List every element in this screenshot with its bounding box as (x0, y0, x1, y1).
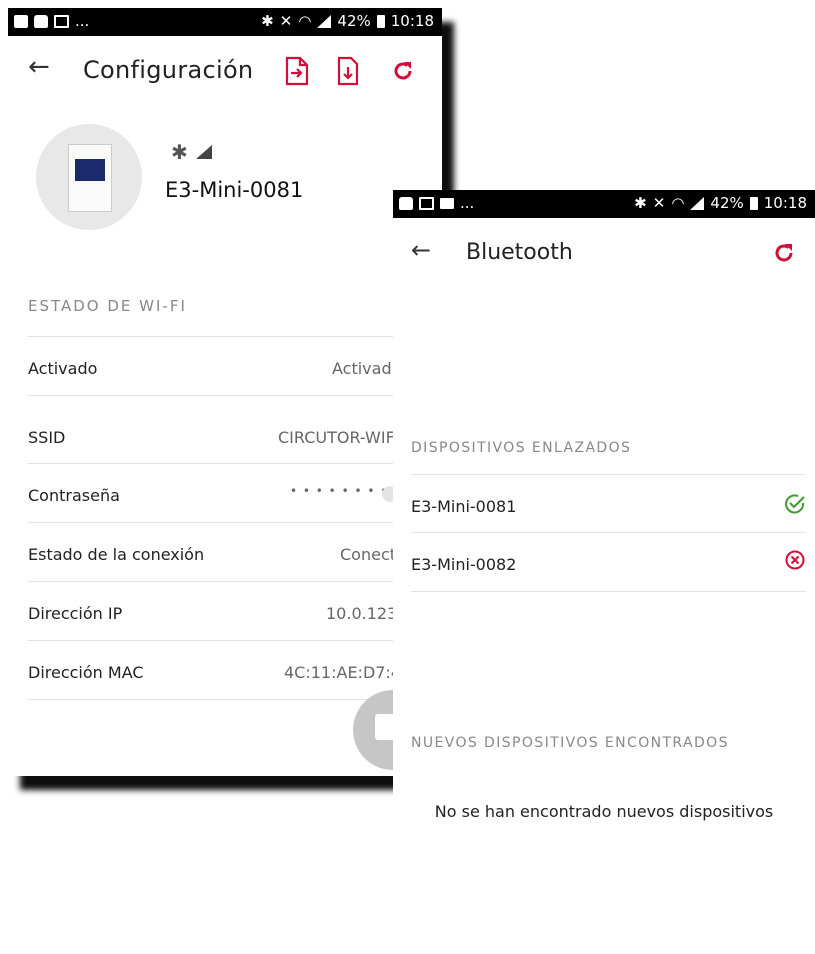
configuration-screen: ... ✱ ✕ ◠ 42% 10:18 ← Configuración ✱ E3… (8, 8, 442, 776)
status-bar: ... ✱ ✕ ◠ 42% 10:18 (393, 190, 815, 218)
device-name: E3-Mini-0082 (411, 555, 517, 574)
battery-icon (376, 14, 385, 28)
row-label: Contraseña (28, 486, 120, 505)
app-bar: ← Configuración (8, 36, 442, 108)
row-activated[interactable]: Activado Activad (28, 336, 442, 395)
bluetooth-icon: ✱ (261, 12, 274, 30)
signal-icon (196, 145, 212, 159)
row-value: Activad (332, 359, 392, 378)
refresh-icon[interactable] (392, 60, 414, 82)
battery-icon (749, 196, 758, 210)
shopping-bag-icon (399, 196, 413, 210)
row-value: 4C:11:AE:D7:4 (284, 663, 402, 682)
row-label: SSID (28, 428, 66, 447)
row-value: CIRCUTOR-WIF (278, 428, 395, 447)
more-notifications: ... (460, 194, 475, 212)
check-circle-icon (785, 494, 805, 514)
row-ip-address[interactable]: Dirección IP 10.0.123 (28, 581, 442, 640)
mute-icon: ✕ (279, 12, 293, 30)
back-arrow-icon[interactable]: ← (28, 52, 50, 82)
row-value: Conect (340, 545, 397, 564)
section-header-wifi: ESTADO DE WI-FI (28, 297, 187, 315)
device-name: E3-Mini-0081 (411, 497, 517, 516)
empty-message: No se han encontrado nuevos dispositivos (434, 802, 774, 821)
section-header-paired: DISPOSITIVOS ENLAZADOS (411, 440, 632, 456)
bluetooth-screen: ... ✱ ✕ ◠ 42% 10:18 ← Bluetooth DISPOSIT… (393, 190, 815, 954)
mail-icon (54, 14, 69, 28)
row-password[interactable]: Contraseña • • • • • • • • (28, 463, 442, 522)
notification-icons: ... (14, 12, 89, 30)
system-icons: ✱ ✕ ◠ 42% 10:18 (634, 194, 807, 212)
password-masked: • • • • • • • • (290, 484, 389, 498)
section-header-new-devices: NUEVOS DISPOSITIVOS ENCONTRADOS (411, 735, 729, 751)
device-name: E3-Mini-0081 (165, 178, 304, 202)
signal-icon (317, 14, 332, 28)
row-ssid[interactable]: SSID CIRCUTOR-WIF (28, 395, 442, 464)
paired-device-row[interactable]: E3-Mini-0082 (411, 532, 806, 592)
row-connection-state[interactable]: Estado de la conexión Conect (28, 522, 442, 581)
row-label: Dirección MAC (28, 663, 144, 682)
device-image (36, 124, 142, 230)
row-label: Activado (28, 359, 98, 378)
bluetooth-icon: ✱ (634, 194, 647, 212)
wifi-icon: ◠ (671, 194, 685, 212)
clock: 10:18 (763, 194, 807, 212)
back-arrow-icon[interactable]: ← (411, 236, 431, 264)
page-title: Configuración (83, 56, 254, 84)
gallery-icon (14, 14, 28, 28)
refresh-icon[interactable] (773, 242, 795, 264)
page-title: Bluetooth (466, 240, 573, 265)
clock: 10:18 (390, 12, 434, 30)
mail-icon (419, 196, 434, 210)
battery-percent: 42% (337, 12, 371, 30)
system-icons: ✱ ✕ ◠ 42% 10:18 (261, 12, 434, 30)
download-icon[interactable] (336, 56, 360, 86)
folder-icon (440, 197, 454, 209)
shopping-bag-icon (34, 14, 48, 28)
signal-icon (690, 196, 705, 210)
bluetooth-icon: ✱ (171, 140, 188, 164)
battery-percent: 42% (710, 194, 744, 212)
device-screen (75, 159, 105, 181)
paired-device-row[interactable]: E3-Mini-0081 (411, 474, 806, 533)
error-circle-icon (785, 550, 805, 570)
mute-icon: ✕ (652, 194, 666, 212)
wifi-icon: ◠ (298, 12, 312, 30)
import-icon[interactable] (284, 56, 310, 86)
status-bar: ... ✱ ✕ ◠ 42% 10:18 (8, 8, 442, 36)
notification-icons: ... (399, 194, 474, 212)
row-value: 10.0.123 (326, 604, 398, 623)
row-label: Dirección IP (28, 604, 123, 623)
device-body (68, 144, 112, 212)
row-label: Estado de la conexión (28, 545, 205, 564)
more-notifications: ... (75, 12, 90, 30)
